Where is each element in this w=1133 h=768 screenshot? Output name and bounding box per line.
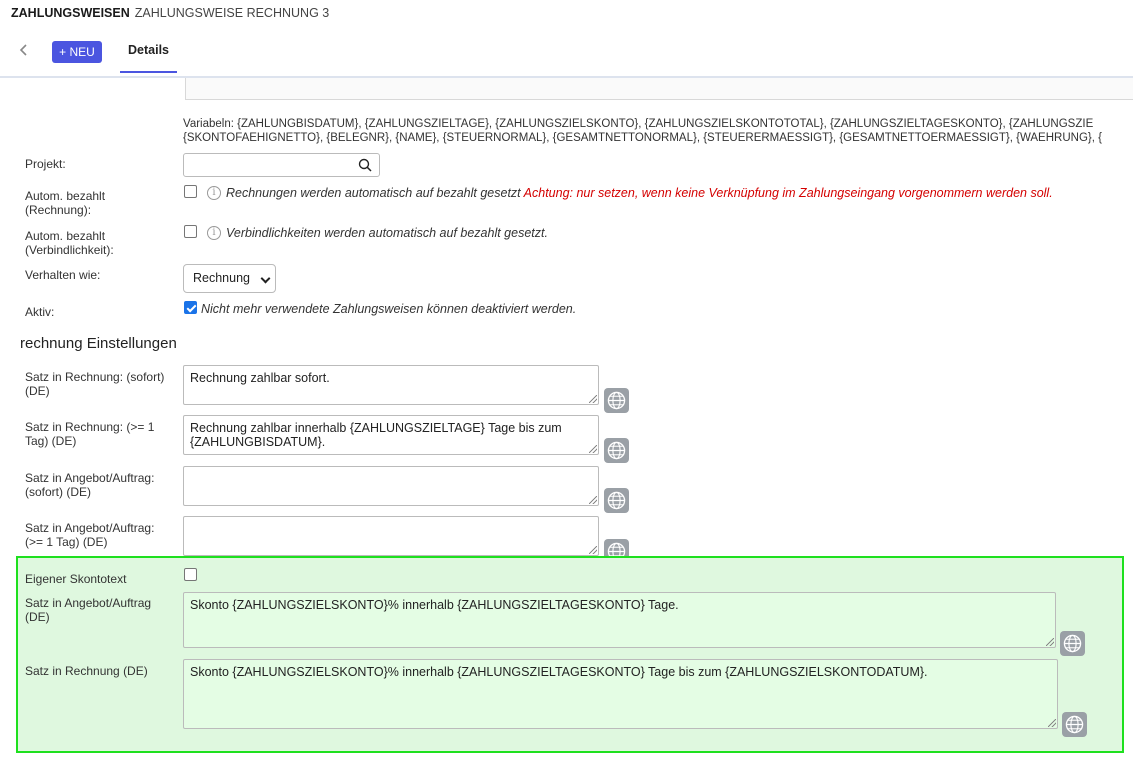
behavior-label: Verhalten wie: <box>25 268 101 282</box>
offer-days-label-line2: (>= 1 Tag) (DE) <box>25 535 108 549</box>
discount-invoice-textarea[interactable]: Skonto {ZAHLUNGSZIELSKONTO}% innerhalb {… <box>183 659 1058 729</box>
auto-paid-liability-hint: Verbindlichkeiten werden automatisch auf… <box>226 226 548 240</box>
discount-offer-text: Skonto {ZAHLUNGSZIELSKONTO}% innerhalb {… <box>190 598 679 612</box>
behavior-select[interactable]: Rechnung <box>183 264 276 293</box>
auto-paid-invoice-hint: Rechnungen werden automatisch auf bezahl… <box>226 186 1053 200</box>
new-button[interactable]: + NEU <box>52 41 102 63</box>
back-chevron-left-icon[interactable] <box>17 40 33 60</box>
offer-days-textarea[interactable] <box>183 516 599 556</box>
skonto-highlight-box: Eigener Skontotext Satz in Angebot/Auftr… <box>16 556 1124 753</box>
discount-invoice-text: Skonto {ZAHLUNGSZIELSKONTO}% innerhalb {… <box>190 665 928 679</box>
search-icon[interactable] <box>358 158 372 172</box>
variables-line-2: {SKONTOFAEHIGNETTO}, {BELEGNR}, {NAME}, … <box>183 132 1102 144</box>
variables-help: Variabeln: {ZAHLUNGBISDATUM}, {ZAHLUNGSZ… <box>183 117 1133 145</box>
invoice-days-text-line2: {ZAHLUNGBISDATUM}. <box>190 435 326 449</box>
breadcrumb-record: ZAHLUNGSWEISE RECHNUNG 3 <box>134 6 330 20</box>
translate-globe-icon[interactable] <box>604 438 629 463</box>
active-hint: Nicht mehr verwendete Zahlungsweisen kön… <box>201 302 577 316</box>
resize-grip-icon[interactable] <box>1046 638 1054 646</box>
own-discount-checkbox[interactable] <box>184 568 197 581</box>
offer-immediate-label-line1: Satz in Angebot/Auftrag: <box>25 471 155 485</box>
invoice-immediate-label-line2: (DE) <box>25 384 50 398</box>
behavior-select-value: Rechnung <box>193 271 250 285</box>
invoice-immediate-label-line1: Satz in Rechnung: (sofort) <box>25 370 165 384</box>
active-label: Aktiv: <box>25 305 55 319</box>
discount-offer-label-line1: Satz in Angebot/Auftrag <box>25 596 152 610</box>
auto-paid-liability-checkbox[interactable] <box>184 225 197 238</box>
top-bar: ZAHLUNGSWEISEN ZAHLUNGSWEISE RECHNUNG 3 +… <box>0 0 1133 78</box>
discount-invoice-label: Satz in Rechnung (DE) <box>25 664 148 678</box>
invoice-days-label-line1: Satz in Rechnung: (>= 1 <box>25 420 155 434</box>
own-discount-label: Eigener Skontotext <box>25 572 127 586</box>
resize-grip-icon[interactable] <box>589 496 597 504</box>
invoice-immediate-textarea[interactable]: Rechnung zahlbar sofort. <box>183 365 599 405</box>
auto-paid-invoice-label-line1: Autom. bezahlt <box>25 189 106 203</box>
projekt-label: Projekt: <box>25 157 66 171</box>
info-icon: i <box>207 226 221 240</box>
translate-globe-icon[interactable] <box>1062 712 1087 737</box>
discount-offer-label: Satz in Angebot/Auftrag (DE) <box>25 596 151 624</box>
resize-grip-icon[interactable] <box>589 395 597 403</box>
breadcrumb: ZAHLUNGSWEISEN ZAHLUNGSWEISE RECHNUNG 3 <box>11 6 329 20</box>
auto-paid-invoice-label-line2: (Rechnung): <box>25 203 92 217</box>
active-checkbox[interactable] <box>184 301 197 314</box>
chevron-down-icon <box>260 273 271 284</box>
resize-grip-icon[interactable] <box>1048 719 1056 727</box>
offer-days-label: Satz in Angebot/Auftrag: (>= 1 Tag) (DE) <box>25 521 154 549</box>
discount-offer-label-line2: (DE) <box>25 610 50 624</box>
invoice-immediate-label: Satz in Rechnung: (sofort) (DE) <box>25 370 164 398</box>
translate-globe-icon[interactable] <box>604 488 629 513</box>
invoice-days-textarea[interactable]: Rechnung zahlbar innerhalb {ZAHLUNGSZIEL… <box>183 415 599 455</box>
info-icon: i <box>207 186 221 200</box>
invoice-days-text-line1: Rechnung zahlbar innerhalb {ZAHLUNGSZIEL… <box>190 421 562 435</box>
resize-grip-icon[interactable] <box>589 546 597 554</box>
section-title: rechnung Einstellungen <box>20 335 177 352</box>
projekt-search-input[interactable] <box>183 153 380 177</box>
auto-paid-liability-label: Autom. bezahlt (Verbindlichkeit): <box>25 229 114 257</box>
auto-paid-invoice-label: Autom. bezahlt (Rechnung): <box>25 189 105 217</box>
discount-offer-textarea[interactable]: Skonto {ZAHLUNGSZIELSKONTO}% innerhalb {… <box>183 592 1056 648</box>
resize-grip-icon[interactable] <box>589 445 597 453</box>
invoice-days-label-line2: Tag) (DE) <box>25 434 77 448</box>
tab-details[interactable]: Details <box>120 36 177 73</box>
auto-paid-invoice-hint-text: Rechnungen werden automatisch auf bezahl… <box>226 186 521 200</box>
translate-globe-icon[interactable] <box>604 388 629 413</box>
auto-paid-invoice-checkbox[interactable] <box>184 185 197 198</box>
offer-immediate-textarea[interactable] <box>183 466 599 506</box>
offer-days-label-line1: Satz in Angebot/Auftrag: <box>25 521 155 535</box>
offer-immediate-label-line2: (sofort) (DE) <box>25 485 91 499</box>
breadcrumb-section[interactable]: ZAHLUNGSWEISEN <box>11 6 130 20</box>
invoice-immediate-text: Rechnung zahlbar sofort. <box>190 371 330 385</box>
variables-line-1: Variabeln: {ZAHLUNGBISDATUM}, {ZAHLUNGSZ… <box>183 118 1094 130</box>
auto-paid-liability-label-line1: Autom. bezahlt <box>25 229 106 243</box>
previous-field-bottom <box>185 78 1133 100</box>
auto-paid-invoice-warning: Achtung: nur setzen, wenn keine Verknüpf… <box>523 186 1053 200</box>
offer-immediate-label: Satz in Angebot/Auftrag: (sofort) (DE) <box>25 471 154 499</box>
translate-globe-icon[interactable] <box>1060 631 1085 656</box>
invoice-days-label: Satz in Rechnung: (>= 1 Tag) (DE) <box>25 420 154 448</box>
auto-paid-liability-label-line2: (Verbindlichkeit): <box>25 243 114 257</box>
